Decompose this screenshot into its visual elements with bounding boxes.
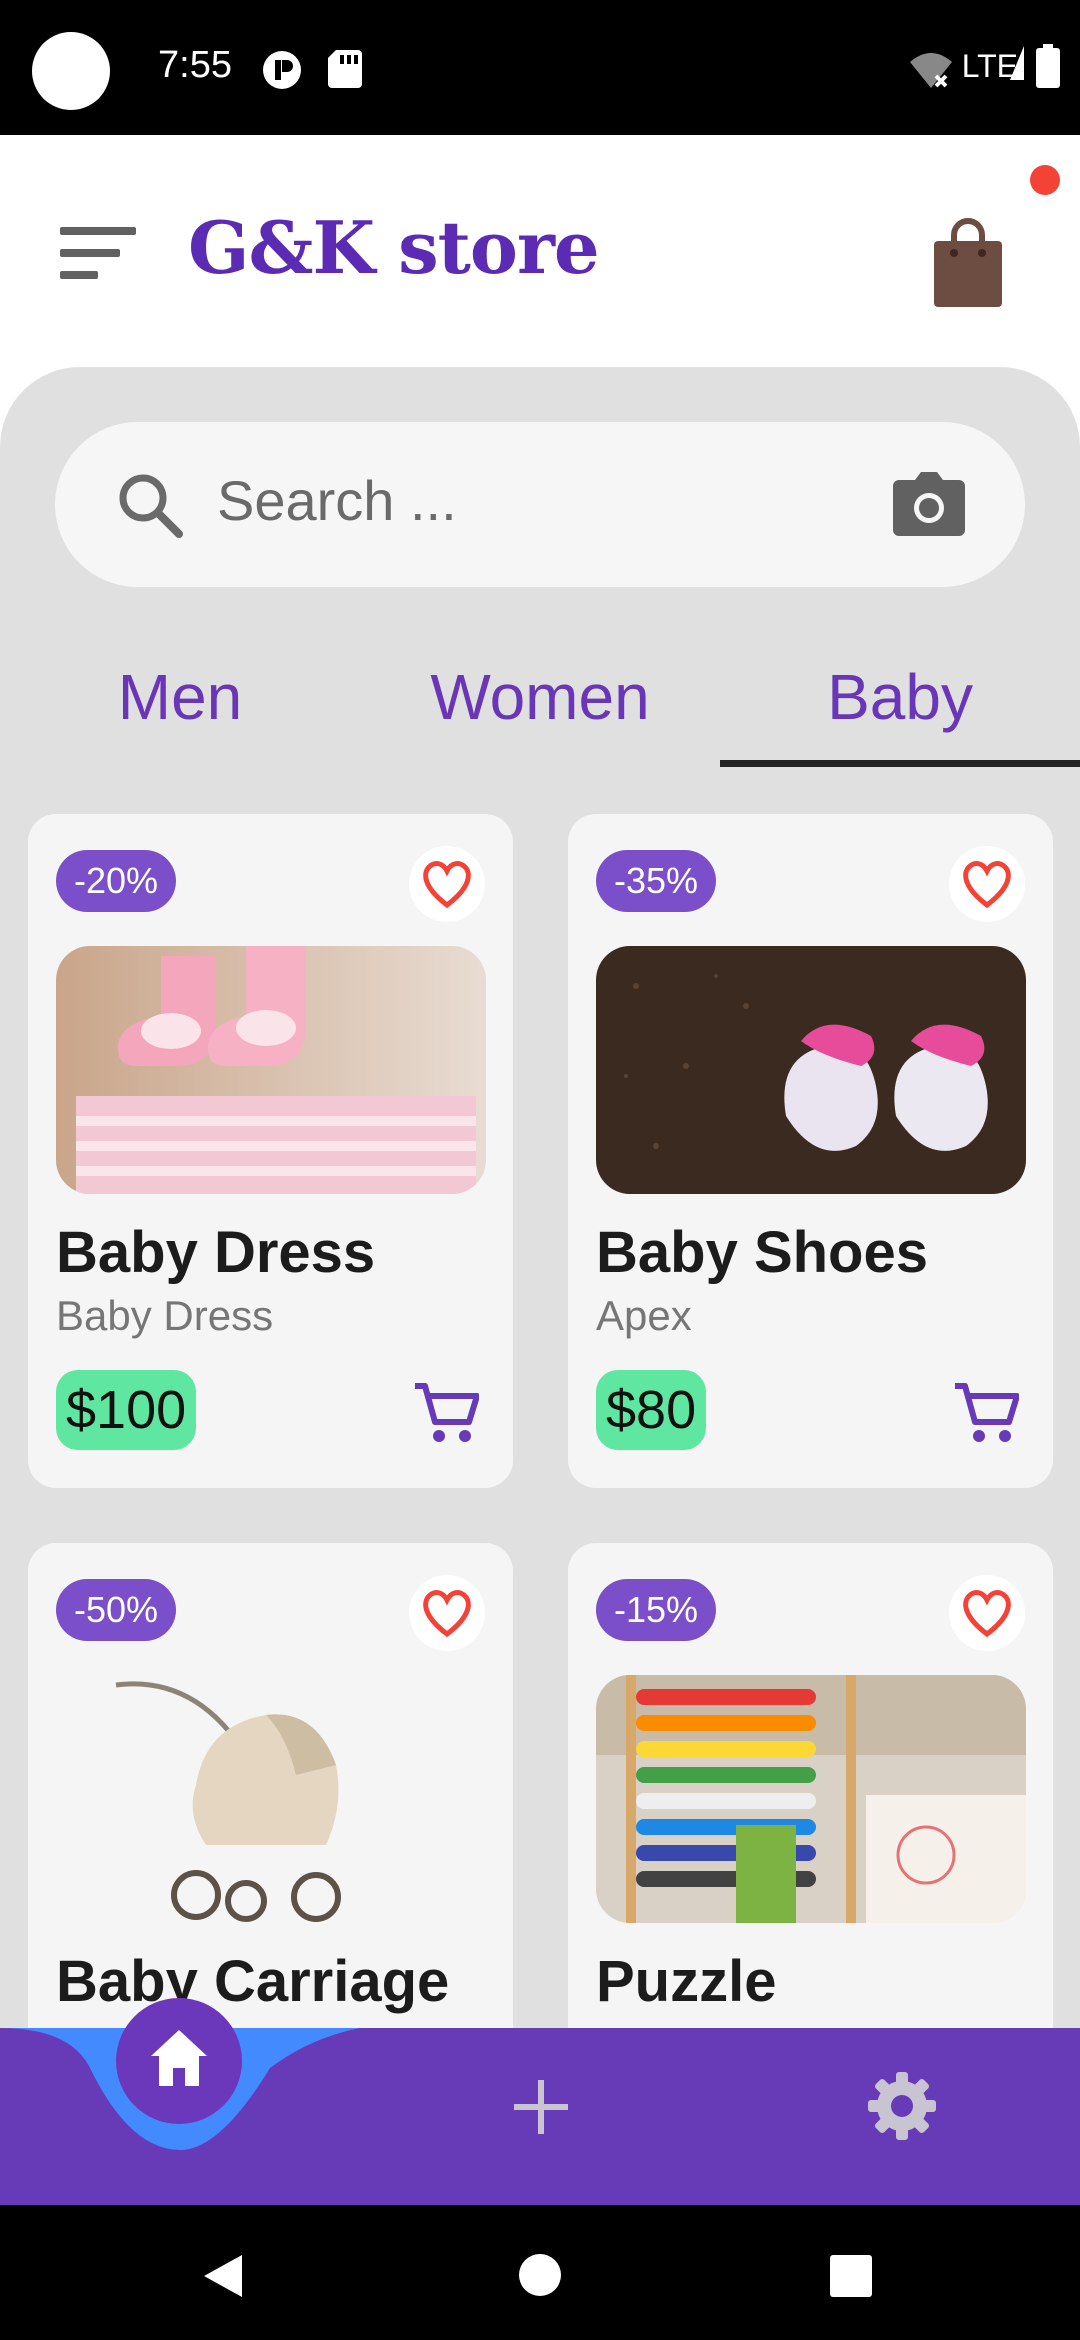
tab-women[interactable]: Women bbox=[360, 660, 720, 734]
store-title: G&K store bbox=[188, 205, 600, 290]
favorite-button[interactable] bbox=[409, 846, 485, 922]
sd-card-icon bbox=[328, 50, 362, 88]
recents-icon[interactable] bbox=[830, 2255, 872, 2297]
add-to-cart-icon[interactable] bbox=[953, 1382, 1019, 1444]
add-to-cart-icon[interactable] bbox=[413, 1382, 479, 1444]
baby-carriage-image bbox=[115, 1681, 341, 1922]
status-bar: 7:55 LTE bbox=[0, 0, 1080, 135]
product-subtitle: Baby Dress bbox=[56, 1292, 274, 1339]
favorite-button[interactable] bbox=[949, 1575, 1025, 1651]
baby-shoes-image bbox=[596, 946, 1026, 1194]
menu-icon[interactable] bbox=[60, 227, 136, 283]
back-icon[interactable] bbox=[200, 2253, 246, 2299]
product-card[interactable]: -35% Baby Shoes Apex $80 bbox=[568, 814, 1053, 1488]
app-header: G&K store bbox=[0, 135, 1080, 365]
tab-selected-indicator bbox=[720, 760, 1080, 767]
status-time: 7:55 bbox=[158, 44, 232, 86]
app-notification-icon bbox=[263, 51, 301, 89]
product-price: $80 bbox=[596, 1370, 707, 1450]
heart-icon bbox=[963, 1590, 1011, 1638]
wifi-off-icon bbox=[910, 53, 952, 88]
home-system-icon[interactable] bbox=[518, 2253, 562, 2297]
phone-screen: 7:55 LTE G&K store Search ... Men Women … bbox=[0, 0, 1080, 2340]
discount-badge: -50% bbox=[56, 1579, 177, 1641]
tab-baby[interactable]: Baby bbox=[720, 660, 1080, 734]
app-area: G&K store Search ... Men Women Baby -20%… bbox=[0, 135, 1080, 2205]
heart-icon bbox=[423, 861, 471, 909]
tab-men[interactable]: Men bbox=[0, 660, 360, 734]
product-subtitle: Apex bbox=[596, 1292, 692, 1339]
discount-badge: -35% bbox=[596, 850, 717, 912]
product-price: $100 bbox=[56, 1370, 197, 1450]
front-camera bbox=[32, 32, 110, 110]
favorite-button[interactable] bbox=[949, 846, 1025, 922]
favorite-button[interactable] bbox=[409, 1575, 485, 1651]
product-image bbox=[596, 1675, 1026, 1923]
baby-booties-image bbox=[56, 946, 486, 1194]
product-image bbox=[596, 946, 1026, 1194]
discount-badge: -15% bbox=[596, 1579, 717, 1641]
bottom-navigation bbox=[0, 1998, 1080, 2205]
discount-badge: -20% bbox=[56, 850, 177, 912]
product-title: Puzzle bbox=[596, 1949, 777, 2014]
product-image bbox=[56, 946, 486, 1194]
plus-icon[interactable] bbox=[510, 2076, 572, 2138]
battery-icon bbox=[1036, 44, 1060, 88]
search-icon bbox=[119, 474, 183, 538]
signal-icon bbox=[1010, 46, 1024, 80]
product-image bbox=[56, 1675, 486, 1923]
gear-icon[interactable] bbox=[866, 2070, 938, 2142]
shopping-bag-icon[interactable] bbox=[934, 217, 1002, 307]
heart-icon bbox=[963, 861, 1011, 909]
system-navigation-bar bbox=[0, 2205, 1080, 2340]
abacus-puzzle-image bbox=[596, 1675, 1026, 1923]
heart-icon bbox=[423, 1590, 471, 1638]
search-input[interactable]: Search ... bbox=[217, 468, 457, 533]
search-bar[interactable]: Search ... bbox=[55, 422, 1025, 587]
product-title: Baby Dress bbox=[56, 1220, 376, 1285]
camera-icon[interactable] bbox=[893, 470, 965, 536]
nav-home-button[interactable] bbox=[116, 1998, 242, 2124]
product-card[interactable]: -20% Baby Dress Baby Dress $100 bbox=[28, 814, 513, 1488]
main-content: Search ... Men Women Baby -20% Baby Dres… bbox=[0, 367, 1080, 2205]
product-title: Baby Shoes bbox=[596, 1220, 928, 1285]
product-title: Baby Carriage bbox=[56, 1949, 450, 2014]
home-icon bbox=[151, 2030, 207, 2086]
category-tabs: Men Women Baby bbox=[0, 622, 1080, 772]
notification-dot bbox=[1030, 165, 1060, 195]
